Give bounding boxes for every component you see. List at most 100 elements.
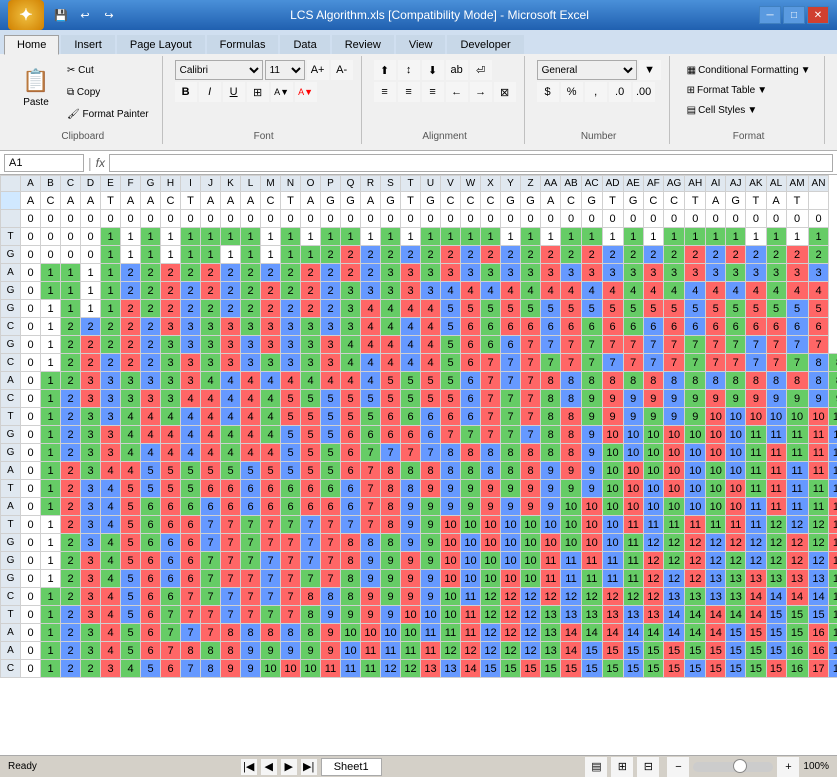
cell-10-11[interactable]: 4 <box>221 372 241 390</box>
cell-10-3[interactable]: 2 <box>61 372 81 390</box>
cell-2-31[interactable]: 1 <box>623 228 643 246</box>
cell-7-6[interactable]: 2 <box>121 318 141 336</box>
cell-15-30[interactable]: 10 <box>602 462 623 480</box>
cell-4-31[interactable]: 3 <box>623 264 643 282</box>
cell-22-30[interactable]: 12 <box>602 588 623 606</box>
cell-2-5[interactable]: 1 <box>101 228 121 246</box>
cell-9-20[interactable]: 4 <box>401 354 421 372</box>
cell-1-40[interactable]: 0 <box>808 210 829 228</box>
cell-4-5[interactable]: 1 <box>101 264 121 282</box>
cell-10-19[interactable]: 5 <box>381 372 401 390</box>
cell-3-9[interactable]: 1 <box>181 246 201 264</box>
cell-14-2[interactable]: 1 <box>41 444 61 462</box>
cell-20-2[interactable]: 1 <box>41 552 61 570</box>
cell-26-35[interactable]: 15 <box>706 660 726 678</box>
col-header-Z[interactable]: Z <box>521 176 541 192</box>
cell-26-24[interactable]: 15 <box>481 660 501 678</box>
cell-16-32[interactable]: 10 <box>643 480 663 498</box>
cell-1-13[interactable]: 0 <box>261 210 281 228</box>
cell-20-10[interactable]: 7 <box>201 552 221 570</box>
cell-8-13[interactable]: 3 <box>261 336 281 354</box>
cell-3-8[interactable]: 1 <box>161 246 181 264</box>
align-right-btn[interactable]: ≡ <box>422 82 444 102</box>
cell-25-40[interactable]: 16 <box>808 642 829 660</box>
cell-25-5[interactable]: 4 <box>101 642 121 660</box>
cell-2-1[interactable]: 0 <box>21 228 41 246</box>
cell-25-8[interactable]: 7 <box>161 642 181 660</box>
cell-21-9[interactable]: 6 <box>181 570 201 588</box>
cell-3-6[interactable]: 1 <box>121 246 141 264</box>
cell-15-35[interactable]: 10 <box>706 462 726 480</box>
cell-2-25[interactable]: 1 <box>501 228 521 246</box>
cell-8-39[interactable]: 7 <box>786 336 808 354</box>
cell-2-33[interactable]: 1 <box>663 228 684 246</box>
cell-13-31[interactable]: 10 <box>623 426 643 444</box>
cell-0-11[interactable]: A <box>221 192 241 210</box>
cell-18-13[interactable]: 7 <box>261 516 281 534</box>
cell-24-9[interactable]: 7 <box>181 624 201 642</box>
cell-18-27[interactable]: 10 <box>541 516 561 534</box>
cell-18-38[interactable]: 12 <box>766 516 786 534</box>
cell-17-5[interactable]: 4 <box>101 498 121 516</box>
cell-10-12[interactable]: 4 <box>241 372 261 390</box>
cell-26-21[interactable]: 13 <box>421 660 441 678</box>
cell-24-14[interactable]: 8 <box>281 624 301 642</box>
cell-25-4[interactable]: 3 <box>81 642 101 660</box>
cell-7-26[interactable]: 6 <box>521 318 541 336</box>
cell-11-13[interactable]: 4 <box>261 390 281 408</box>
cell-3-39[interactable]: 2 <box>786 246 808 264</box>
cell-7-36[interactable]: 6 <box>726 318 746 336</box>
cell-25-20[interactable]: 11 <box>401 642 421 660</box>
cell-18-2[interactable]: 1 <box>41 516 61 534</box>
cell-6-24[interactable]: 5 <box>481 300 501 318</box>
cell-18-24[interactable]: 10 <box>481 516 501 534</box>
cell-11-20[interactable]: 5 <box>401 390 421 408</box>
col-header-V[interactable]: V <box>441 176 461 192</box>
cell-19-27[interactable]: 10 <box>541 534 561 552</box>
quick-save-btn[interactable]: 💾 <box>50 5 72 25</box>
cell-17-26[interactable]: 9 <box>521 498 541 516</box>
col-header-H[interactable]: H <box>161 176 181 192</box>
cell-25-31[interactable]: 15 <box>623 642 643 660</box>
cell-17-21[interactable]: 9 <box>421 498 441 516</box>
row-header-24[interactable]: T <box>1 606 21 624</box>
cell-14-34[interactable]: 10 <box>685 444 706 462</box>
cell-8-18[interactable]: 4 <box>361 336 381 354</box>
col-header-AF[interactable]: AF <box>643 176 663 192</box>
cell-25-16[interactable]: 9 <box>321 642 341 660</box>
cell-22-33[interactable]: 13 <box>663 588 684 606</box>
cell-15-27[interactable]: 9 <box>541 462 561 480</box>
cell-6-2[interactable]: 1 <box>41 300 61 318</box>
row-header-16[interactable]: A <box>1 462 21 480</box>
cell-12-24[interactable]: 7 <box>481 408 501 426</box>
cell-16-19[interactable]: 8 <box>381 480 401 498</box>
cell-1-35[interactable]: 0 <box>706 210 726 228</box>
cell-6-10[interactable]: 2 <box>201 300 221 318</box>
cell-6-38[interactable]: 5 <box>766 300 786 318</box>
cell-24-28[interactable]: 14 <box>561 624 581 642</box>
cell-23-37[interactable]: 14 <box>746 606 766 624</box>
cell-13-36[interactable]: 10 <box>726 426 746 444</box>
cell-18-12[interactable]: 7 <box>241 516 261 534</box>
cell-15-21[interactable]: 8 <box>421 462 441 480</box>
cell-11-35[interactable]: 9 <box>706 390 726 408</box>
cell-16-16[interactable]: 6 <box>321 480 341 498</box>
cell-12-23[interactable]: 6 <box>461 408 481 426</box>
col-header-K[interactable]: K <box>221 176 241 192</box>
cell-14-20[interactable]: 7 <box>401 444 421 462</box>
col-header-AA[interactable]: AA <box>541 176 561 192</box>
cell-17-31[interactable]: 10 <box>623 498 643 516</box>
cell-4-15[interactable]: 2 <box>301 264 321 282</box>
cell-12-35[interactable]: 10 <box>706 408 726 426</box>
cell-23-14[interactable]: 7 <box>281 606 301 624</box>
cell-22-11[interactable]: 7 <box>221 588 241 606</box>
cell-4-27[interactable]: 3 <box>541 264 561 282</box>
cell-15-12[interactable]: 5 <box>241 462 261 480</box>
cell-24-12[interactable]: 8 <box>241 624 261 642</box>
cell-16-33[interactable]: 10 <box>663 480 684 498</box>
cell-3-35[interactable]: 2 <box>706 246 726 264</box>
cell-6-20[interactable]: 4 <box>401 300 421 318</box>
cell-11-23[interactable]: 6 <box>461 390 481 408</box>
cell-13-19[interactable]: 6 <box>381 426 401 444</box>
cell-2-9[interactable]: 1 <box>181 228 201 246</box>
